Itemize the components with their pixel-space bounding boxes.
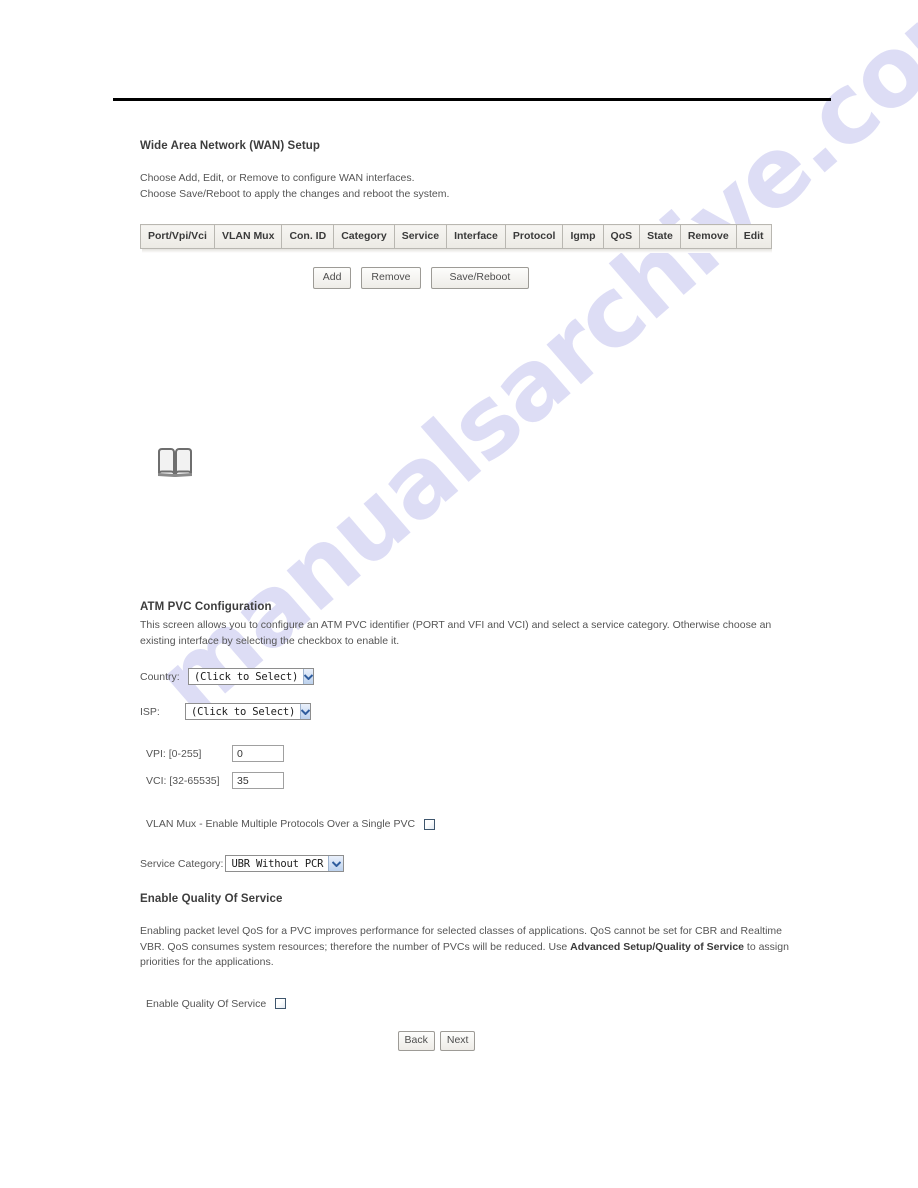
add-button[interactable]: Add: [312, 267, 352, 289]
qos-description: Enabling packet level QoS for a PVC impr…: [140, 924, 790, 971]
qos-title: Enable Quality Of Service: [140, 893, 283, 905]
chevron-down-icon: [303, 669, 314, 684]
wan-interfaces-table-wrap: Port/Vpi/Vci VLAN Mux Con. ID Category S…: [140, 224, 840, 253]
vlan-mux-label: VLAN Mux - Enable Multiple Protocols Ove…: [146, 818, 416, 830]
country-select[interactable]: (Click to Select): [188, 668, 314, 685]
vci-label: VCI: [32-65535]: [146, 774, 220, 787]
navigation-buttons: Back Next: [0, 1031, 918, 1051]
service-category-field-row: Service Category: UBR Without PCR: [140, 855, 800, 872]
vci-field-row: VCI: [32-65535] 35: [140, 772, 800, 789]
wan-action-buttons: Add Remove Save/Reboot: [140, 267, 840, 289]
wan-intro-line-1: Choose Add, Edit, or Remove to configure…: [140, 172, 415, 184]
qos-description-bold: Advanced Setup/Quality of Service: [570, 940, 744, 953]
open-book-icon: [156, 447, 194, 479]
remove-button[interactable]: Remove: [361, 267, 421, 289]
service-category-select[interactable]: UBR Without PCR: [225, 855, 345, 872]
atm-pvc-description: This screen allows you to configure an A…: [140, 619, 772, 647]
enable-qos-checkbox[interactable]: [275, 998, 287, 1009]
column-header-service: Service: [394, 224, 448, 249]
country-field-row: Country: (Click to Select): [140, 668, 800, 685]
wan-setup-section: Wide Area Network (WAN) Setup Choose Add…: [140, 140, 840, 289]
column-header-remove: Remove: [680, 224, 737, 249]
vlan-mux-field-row: VLAN Mux - Enable Multiple Protocols Ove…: [140, 818, 800, 830]
column-header-con-id: Con. ID: [281, 224, 335, 249]
column-header-port-vpi-vci: Port/Vpi/Vci: [140, 224, 215, 249]
table-header-row: Port/Vpi/Vci VLAN Mux Con. ID Category S…: [140, 224, 772, 249]
column-header-interface: Interface: [446, 224, 506, 249]
vpi-field-row: VPI: [0-255] 0: [140, 745, 800, 762]
country-label: Country:: [140, 670, 180, 683]
wan-interfaces-table: Port/Vpi/Vci VLAN Mux Con. ID Category S…: [140, 224, 772, 249]
chevron-down-icon: [300, 704, 311, 719]
back-button[interactable]: Back: [397, 1031, 435, 1051]
table-bottom-shadow: [142, 249, 772, 253]
isp-field-row: ISP: (Click to Select): [140, 703, 800, 720]
column-header-igmp: Igmp: [562, 224, 604, 249]
qos-checkbox-label: Enable Quality Of Service: [146, 997, 267, 1010]
vlan-mux-checkbox[interactable]: [424, 818, 436, 830]
save-reboot-button[interactable]: Save/Reboot: [430, 267, 530, 289]
country-select-value: (Click to Select): [194, 670, 299, 683]
next-button[interactable]: Next: [439, 1031, 476, 1051]
column-header-protocol: Protocol: [505, 224, 564, 249]
column-header-qos: QoS: [603, 224, 641, 249]
qos-checkbox-row: Enable Quality Of Service: [140, 998, 800, 1010]
service-category-label: Service Category:: [140, 857, 224, 870]
wan-intro-line-2: Choose Save/Reboot to apply the changes …: [140, 188, 450, 200]
service-category-select-value: UBR Without PCR: [231, 857, 324, 870]
vci-input[interactable]: 35: [232, 772, 284, 789]
column-header-state: State: [639, 224, 681, 249]
column-header-category: Category: [333, 224, 395, 249]
manual-page: Wide Area Network (WAN) Setup Choose Add…: [0, 0, 918, 1188]
isp-select[interactable]: (Click to Select): [185, 703, 311, 720]
isp-label: ISP:: [140, 705, 160, 718]
vpi-label: VPI: [0-255]: [146, 747, 202, 760]
column-header-vlan-mux: VLAN Mux: [214, 224, 283, 249]
atm-pvc-title: ATM PVC Configuration: [140, 601, 272, 613]
column-header-edit: Edit: [736, 224, 772, 249]
chevron-down-icon: [328, 856, 344, 871]
vpi-input[interactable]: 0: [232, 745, 284, 762]
isp-select-value: (Click to Select): [191, 705, 296, 718]
wan-setup-title: Wide Area Network (WAN) Setup: [140, 140, 320, 152]
header-divider: [113, 98, 831, 101]
atm-pvc-section: ATM PVC Configuration This screen allows…: [140, 601, 800, 1010]
